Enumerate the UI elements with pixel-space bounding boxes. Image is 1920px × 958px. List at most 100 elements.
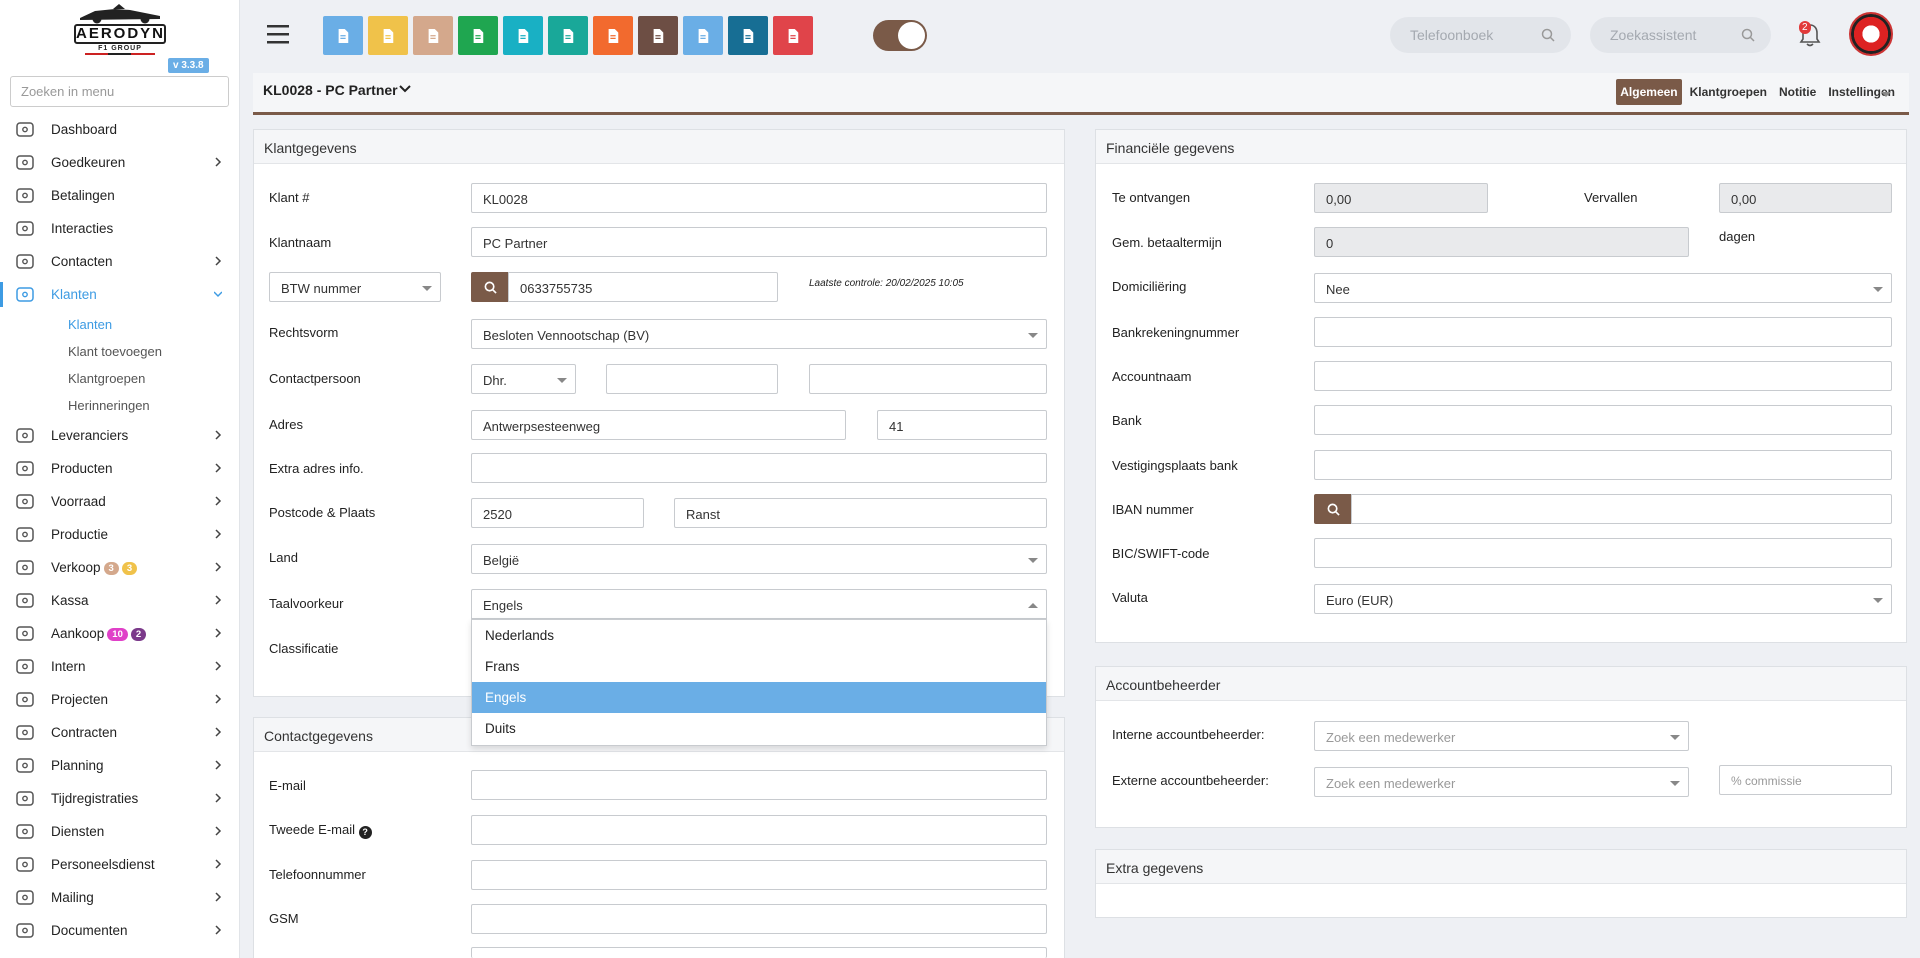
sidebar-item-interacties[interactable]: Interacties: [0, 212, 239, 245]
spreadsheet-button[interactable]: [458, 16, 498, 55]
sidebar-item-productie[interactable]: Productie: [0, 518, 239, 551]
btw-lookup-button[interactable]: [471, 272, 509, 302]
sidebar-item-planning[interactable]: Planning: [0, 749, 239, 782]
email2-field[interactable]: [471, 815, 1047, 845]
sidebar-item-projecten[interactable]: Projecten: [0, 683, 239, 716]
iban-lookup-button[interactable]: [1314, 494, 1352, 524]
btw-nummer-value: 0633755735: [520, 281, 593, 296]
telefoon-field[interactable]: [471, 860, 1047, 890]
chevron-right-icon: [215, 793, 222, 803]
chat-button[interactable]: [593, 16, 633, 55]
sidebar-item-verkoop[interactable]: Verkoop 3 3: [0, 551, 239, 584]
mail-button[interactable]: [638, 16, 678, 55]
sidebar-subitem-klanten[interactable]: Klanten: [0, 311, 239, 338]
dropdown-option-engels[interactable]: Engels: [472, 682, 1046, 713]
sidebar-item-aankoop[interactable]: Aankoop 10 2: [0, 617, 239, 650]
bic-field[interactable]: [1314, 538, 1892, 568]
sidebar-item-goedkeuren[interactable]: Goedkeuren: [0, 146, 239, 179]
land-select[interactable]: België: [471, 544, 1047, 574]
sidebar-item-tijdregistraties[interactable]: Tijdregistraties: [0, 782, 239, 815]
sidebar-item-dashboard[interactable]: Dashboard: [0, 113, 239, 146]
sidebar-item-contacten[interactable]: Contacten: [0, 245, 239, 278]
chat-icon-glyph: [16, 221, 34, 236]
help-icon[interactable]: ?: [358, 826, 372, 839]
klant-nr-field[interactable]: KL0028: [471, 183, 1047, 213]
email-field[interactable]: [471, 770, 1047, 800]
tab-notitie[interactable]: Notitie: [1775, 79, 1820, 105]
sidebar-item-klanten[interactable]: Klanten: [0, 278, 239, 311]
sidebar-item-label: Kassa: [51, 593, 89, 608]
clipboard-tan-button[interactable]: [413, 16, 453, 55]
sidebar-subitem-klantgroepen[interactable]: Klantgroepen: [0, 365, 239, 392]
voornaam-field[interactable]: [606, 364, 778, 394]
iban-field[interactable]: [1351, 494, 1892, 524]
btw-type-select[interactable]: BTW nummer: [269, 272, 441, 302]
externe-accountbeheerder-select[interactable]: Zoek een medewerker: [1314, 767, 1689, 797]
sidebar-item-mailing[interactable]: Mailing: [0, 881, 239, 914]
accountnaam-field[interactable]: [1314, 361, 1892, 391]
sidebar-subitem-herinneringen[interactable]: Herinneringen: [0, 392, 239, 419]
theme-toggle[interactable]: [873, 20, 927, 51]
calendar-icon-glyph: [16, 758, 34, 773]
sidebar-item-kassa[interactable]: Kassa: [0, 584, 239, 617]
sidebar-nav: Dashboard Goedkeuren Betalingen Interacties…: [0, 113, 239, 947]
klantnaam-field[interactable]: PC Partner: [471, 227, 1047, 257]
calendar-check-button[interactable]: [548, 16, 588, 55]
dropdown-option-duits[interactable]: Duits: [472, 713, 1046, 744]
sidebar-item-voorraad[interactable]: Voorraad: [0, 485, 239, 518]
next-field[interactable]: [471, 947, 1047, 958]
sidebar-item-leveranciers[interactable]: Leveranciers: [0, 419, 239, 452]
user-icon-glyph: [16, 287, 34, 302]
delete-button[interactable]: [773, 16, 813, 55]
chevron-down-icon[interactable]: [399, 84, 411, 94]
user-avatar[interactable]: [1849, 12, 1893, 56]
valuta-select[interactable]: Euro (EUR): [1314, 584, 1892, 614]
sidebar-item-personeelsdienst[interactable]: Personeelsdienst: [0, 848, 239, 881]
page-header: KL0028 - PC Partner Algemeen Klantgroepen…: [253, 73, 1909, 115]
assistant-search[interactable]: [1590, 17, 1771, 53]
clipboard-yellow-button[interactable]: [368, 16, 408, 55]
tab-algemeen[interactable]: Algemeen: [1616, 79, 1682, 105]
dropdown-option-nederlands[interactable]: Nederlands: [472, 620, 1046, 651]
plaats-value: Ranst: [686, 507, 720, 522]
btw-nummer-field[interactable]: 0633755735: [508, 272, 778, 302]
sidebar-item-documenten[interactable]: Documenten: [0, 914, 239, 947]
interne-accountbeheerder-select[interactable]: Zoek een medewerker: [1314, 721, 1689, 751]
sidebar-item-producten[interactable]: Producten: [0, 452, 239, 485]
new-document-button[interactable]: [323, 16, 363, 55]
sidebar-item-diensten[interactable]: Diensten: [0, 815, 239, 848]
file-teal-button[interactable]: [503, 16, 543, 55]
clock-icon: [15, 790, 35, 807]
plaats-field[interactable]: Ranst: [674, 498, 1047, 528]
huisnummer-field[interactable]: 41: [877, 410, 1047, 440]
klant-nr-label: Klant #: [269, 190, 310, 205]
menu-search-input[interactable]: [10, 76, 229, 107]
user-button[interactable]: [728, 16, 768, 55]
sidebar-item-contracten[interactable]: Contracten: [0, 716, 239, 749]
tab-klantgroepen[interactable]: Klantgroepen: [1686, 79, 1771, 105]
sidebar-item-intern[interactable]: Intern: [0, 650, 239, 683]
bell-button[interactable]: [683, 16, 723, 55]
gsm-field[interactable]: [471, 904, 1047, 934]
domiciliering-select[interactable]: Nee: [1314, 273, 1892, 303]
aanspreking-select[interactable]: Dhr.: [471, 364, 576, 394]
boxes-icon: [15, 493, 35, 510]
vestigingsplaats-field[interactable]: [1314, 450, 1892, 480]
hamburger-menu-icon[interactable]: [267, 24, 289, 44]
extra-adres-field[interactable]: [471, 453, 1047, 483]
taalvoorkeur-select[interactable]: Engels: [471, 589, 1047, 619]
achternaam-field[interactable]: [809, 364, 1047, 394]
straat-field[interactable]: Antwerpsesteenweg: [471, 410, 846, 440]
sidebar-item-label: Klanten: [51, 287, 97, 302]
postcode-field[interactable]: 2520: [471, 498, 644, 528]
sidebar-subitem-klant-toevoegen[interactable]: Klant toevoegen: [0, 338, 239, 365]
bankrekening-field[interactable]: [1314, 317, 1892, 347]
te-ontvangen-value: 0,00: [1326, 192, 1352, 207]
sidebar-item-betalingen[interactable]: Betalingen: [0, 179, 239, 212]
dropdown-option-frans[interactable]: Frans: [472, 651, 1046, 682]
aerodyn-logo[interactable]: AERODYN F1 GROUP: [72, 2, 168, 58]
bank-field[interactable]: [1314, 405, 1892, 435]
commissie-field[interactable]: % commissie: [1719, 765, 1892, 795]
rechtsvorm-select[interactable]: Besloten Vennootschap (BV): [471, 319, 1047, 349]
phonebook-search[interactable]: [1390, 17, 1571, 53]
